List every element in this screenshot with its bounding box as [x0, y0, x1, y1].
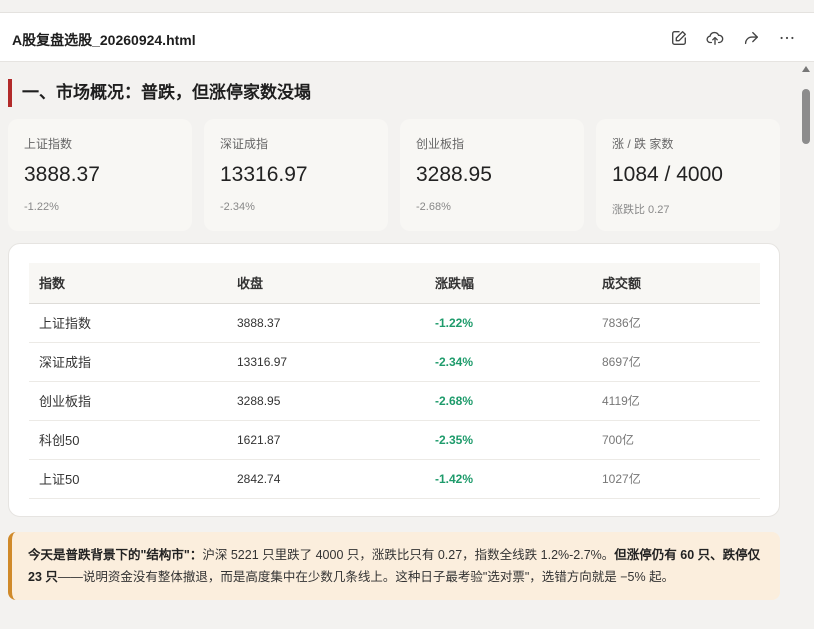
card-sub: -1.22%	[24, 201, 59, 213]
edit-icon[interactable]	[668, 27, 690, 49]
table-row: 深证成指 13316.97 -2.34% 8697亿	[29, 342, 760, 382]
cell-index: 深证成指	[29, 342, 227, 382]
document-content: 一、市场概况：普跌，但涨停家数没塌 上证指数 3888.37 -1.22% 深证…	[0, 62, 798, 629]
column-header-turnover: 成交额	[592, 263, 760, 304]
summary-note: 今天是普跌背景下的"结构市"：沪深 5221 只里跌了 4000 只，涨跌比只有…	[8, 532, 780, 600]
cell-close: 1621.87	[227, 420, 425, 460]
upload-icon[interactable]	[704, 27, 726, 49]
cell-turnover: 700亿	[592, 420, 760, 460]
cell-index: 上证50	[29, 459, 227, 499]
card-value: 3288.95	[416, 163, 492, 186]
note-text: ——说明资金没有整体撤退，而是高度集中在少数几条线上。这种日子最考验"选对票"，…	[57, 570, 675, 584]
table-row: 科创50 1621.87 -2.35% 700亿	[29, 420, 760, 460]
card-label: 上证指数	[24, 137, 73, 151]
cell-turnover: 8697亿	[592, 342, 760, 382]
cell-turnover: 4119亿	[592, 381, 760, 421]
share-icon[interactable]	[740, 27, 762, 49]
index-table-panel: 指数 收盘 涨跌幅 成交额 上证指数 3888.37 -1.22% 7836亿 …	[8, 243, 780, 517]
cell-change: -2.68%	[425, 381, 592, 421]
scroll-up-arrow-icon[interactable]	[802, 66, 810, 72]
card-value: 13316.97	[220, 163, 308, 186]
stat-card-shenzhen: 深证成指 13316.97 -2.34%	[204, 119, 388, 231]
note-text: 沪深 5221 只里跌了 4000 只，涨跌比只有 0.27，指数全线跌 1.2…	[202, 548, 615, 562]
section-title: 一、市场概况：普跌，但涨停家数没塌	[8, 79, 311, 107]
table-row: 上证指数 3888.37 -1.22% 7836亿	[29, 303, 760, 343]
column-header-change: 涨跌幅	[425, 263, 592, 304]
table-row: 上证50 2842.74 -1.42% 1027亿	[29, 459, 760, 499]
cell-index: 上证指数	[29, 303, 227, 343]
cell-change: -2.34%	[425, 342, 592, 382]
note-bold-lead: 今天是普跌背景下的"结构市"：	[28, 548, 203, 562]
cell-close: 3288.95	[227, 381, 425, 421]
cell-turnover: 1027亿	[592, 459, 760, 499]
cell-index: 创业板指	[29, 381, 227, 421]
stat-card-shanghai: 上证指数 3888.37 -1.22%	[8, 119, 192, 231]
card-label: 深证成指	[220, 137, 269, 151]
index-table: 指数 收盘 涨跌幅 成交额 上证指数 3888.37 -1.22% 7836亿 …	[29, 263, 760, 499]
cell-change: -2.35%	[425, 420, 592, 460]
column-header-index: 指数	[29, 263, 227, 304]
cell-turnover: 7836亿	[592, 303, 760, 343]
cell-index: 科创50	[29, 420, 227, 460]
top-strip	[0, 0, 814, 13]
card-sub: -2.34%	[220, 201, 255, 213]
card-sub: -2.68%	[416, 201, 451, 213]
card-value: 1084 / 4000	[612, 163, 723, 186]
card-value: 3888.37	[24, 163, 100, 186]
document-header: A股复盘选股_20260924.html	[0, 13, 814, 62]
cell-close: 2842.74	[227, 459, 425, 499]
cell-close: 13316.97	[227, 342, 425, 382]
card-label: 创业板指	[416, 137, 465, 151]
card-label: 涨 / 跌 家数	[612, 137, 674, 151]
stat-card-advance-decline: 涨 / 跌 家数 1084 / 4000 涨跌比 0.27	[596, 119, 780, 231]
table-header-row: 指数 收盘 涨跌幅 成交额	[29, 263, 760, 304]
cell-change: -1.42%	[425, 459, 592, 499]
more-icon[interactable]	[776, 27, 798, 49]
stat-card-chinext: 创业板指 3288.95 -2.68%	[400, 119, 584, 231]
scroll-thumb[interactable]	[802, 89, 810, 144]
card-sub: 涨跌比 0.27	[612, 204, 670, 216]
vertical-scrollbar[interactable]	[798, 62, 814, 629]
file-name: A股复盘选股_20260924.html	[12, 32, 196, 48]
column-header-close: 收盘	[227, 263, 425, 304]
table-row: 创业板指 3288.95 -2.68% 4119亿	[29, 381, 760, 421]
cell-close: 3888.37	[227, 303, 425, 343]
cell-change: -1.22%	[425, 303, 592, 343]
